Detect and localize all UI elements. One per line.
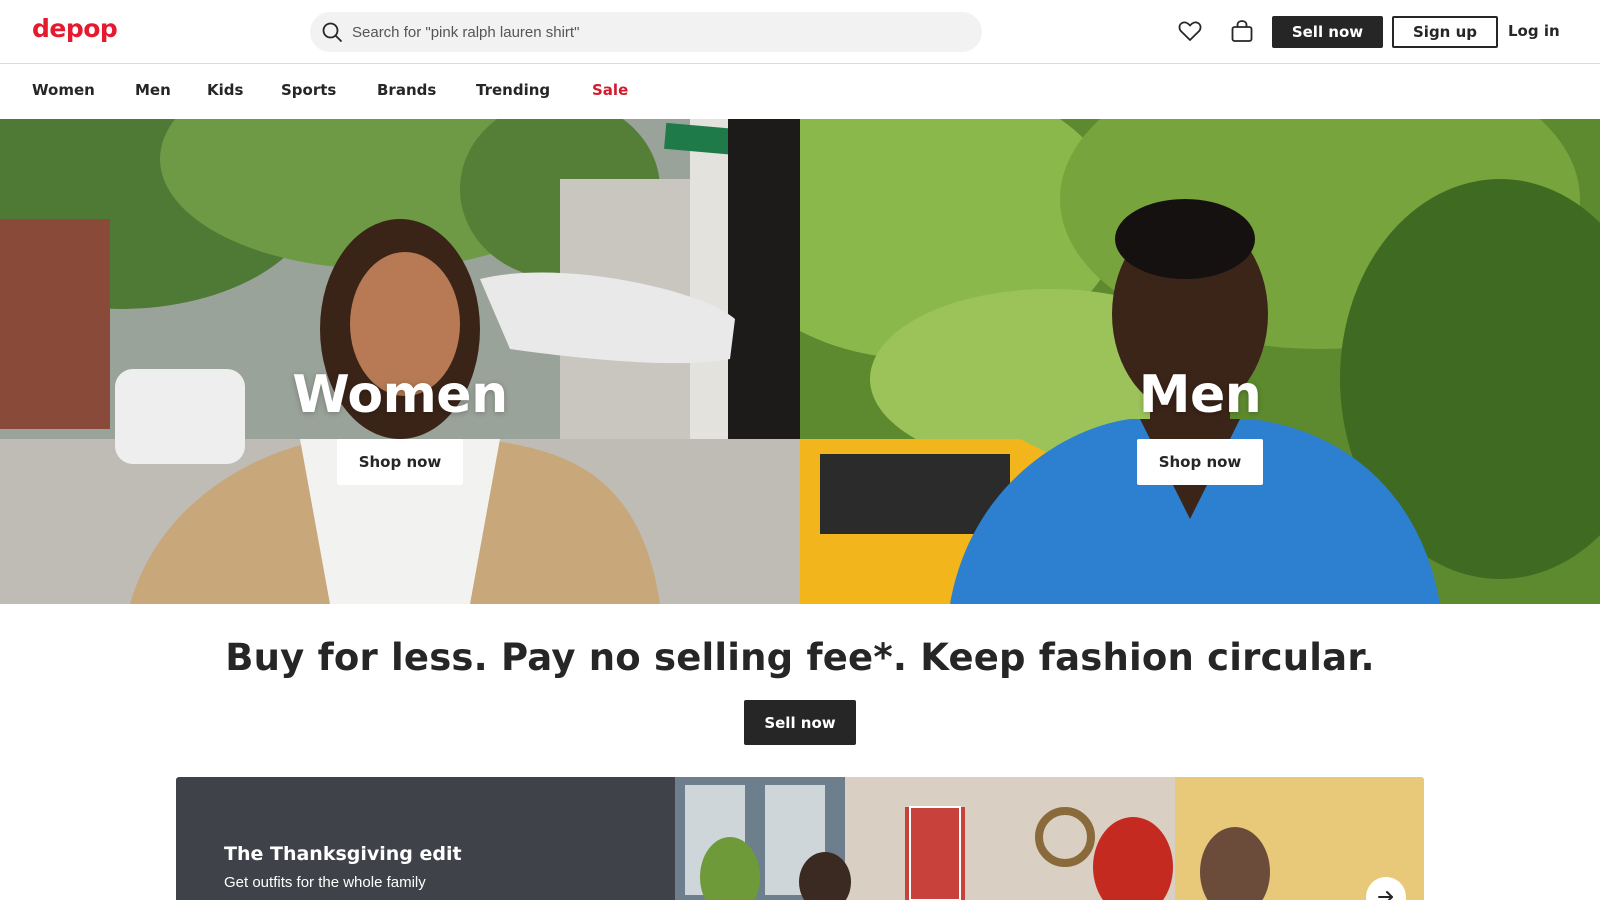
site-header: depop Sell now Sign up Log in (0, 0, 1600, 64)
banner-subtitle: Get outfits for the whole family (224, 874, 426, 891)
hero-women-image (0, 119, 800, 604)
banner-text-panel: The Thanksgiving edit Get outfits for th… (176, 777, 675, 900)
sign-up-button[interactable]: Sign up (1392, 16, 1498, 48)
banner-title: The Thanksgiving edit (224, 843, 462, 865)
hero-men-title: Men (1138, 365, 1262, 425)
sell-now-button[interactable]: Sell now (1272, 16, 1383, 48)
search-input[interactable] (352, 12, 962, 52)
hero-men[interactable]: Men Shop now (800, 119, 1600, 604)
nav-item-men[interactable]: Men (135, 81, 171, 99)
log-in-link[interactable]: Log in (1508, 22, 1560, 40)
shop-women-button[interactable]: Shop now (337, 439, 463, 485)
search-icon (322, 22, 342, 42)
bag-icon[interactable] (1229, 18, 1255, 44)
thanksgiving-banner-image (675, 777, 1424, 900)
nav-item-sports[interactable]: Sports (281, 81, 336, 99)
hero-women[interactable]: Women Shop now (0, 119, 800, 604)
thanksgiving-banner[interactable]: The Thanksgiving edit Get outfits for th… (176, 777, 1424, 900)
nav-item-trending[interactable]: Trending (476, 81, 550, 99)
promo-tagline: Buy for less. Pay no selling fee*. Keep … (225, 636, 1375, 679)
nav-item-brands[interactable]: Brands (377, 81, 436, 99)
hero-women-title: Women (292, 365, 508, 425)
nav-item-kids[interactable]: Kids (207, 81, 243, 99)
nav-item-women[interactable]: Women (32, 81, 95, 99)
depop-logo[interactable]: depop (32, 14, 118, 43)
arrow-right-icon (1378, 891, 1393, 900)
nav-item-sale[interactable]: Sale (592, 81, 628, 99)
shop-men-button[interactable]: Shop now (1137, 439, 1263, 485)
category-nav: Women Men Kids Sports Brands Trending Sa… (0, 65, 1600, 119)
search-bar[interactable] (310, 12, 982, 52)
sell-now-promo-button[interactable]: Sell now (744, 700, 856, 745)
heart-icon[interactable] (1177, 18, 1203, 44)
hero-men-image (800, 119, 1600, 604)
